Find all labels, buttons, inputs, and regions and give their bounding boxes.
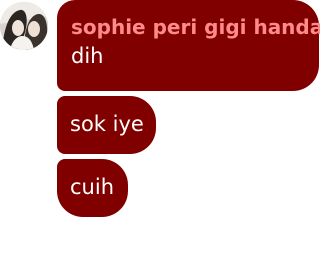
message-text: sok iye: [70, 112, 144, 136]
message-text: cuih: [70, 175, 114, 199]
message-bubble[interactable]: sok iye: [57, 96, 156, 154]
avatar[interactable]: [0, 2, 48, 50]
avatar-photo-icon: [0, 2, 48, 50]
message-bubble[interactable]: sophie peri gigi handal dih: [57, 0, 320, 91]
message-text: dih: [71, 44, 104, 68]
sender-name[interactable]: sophie peri gigi handal: [71, 13, 320, 41]
message-bubble[interactable]: cuih: [57, 159, 128, 217]
